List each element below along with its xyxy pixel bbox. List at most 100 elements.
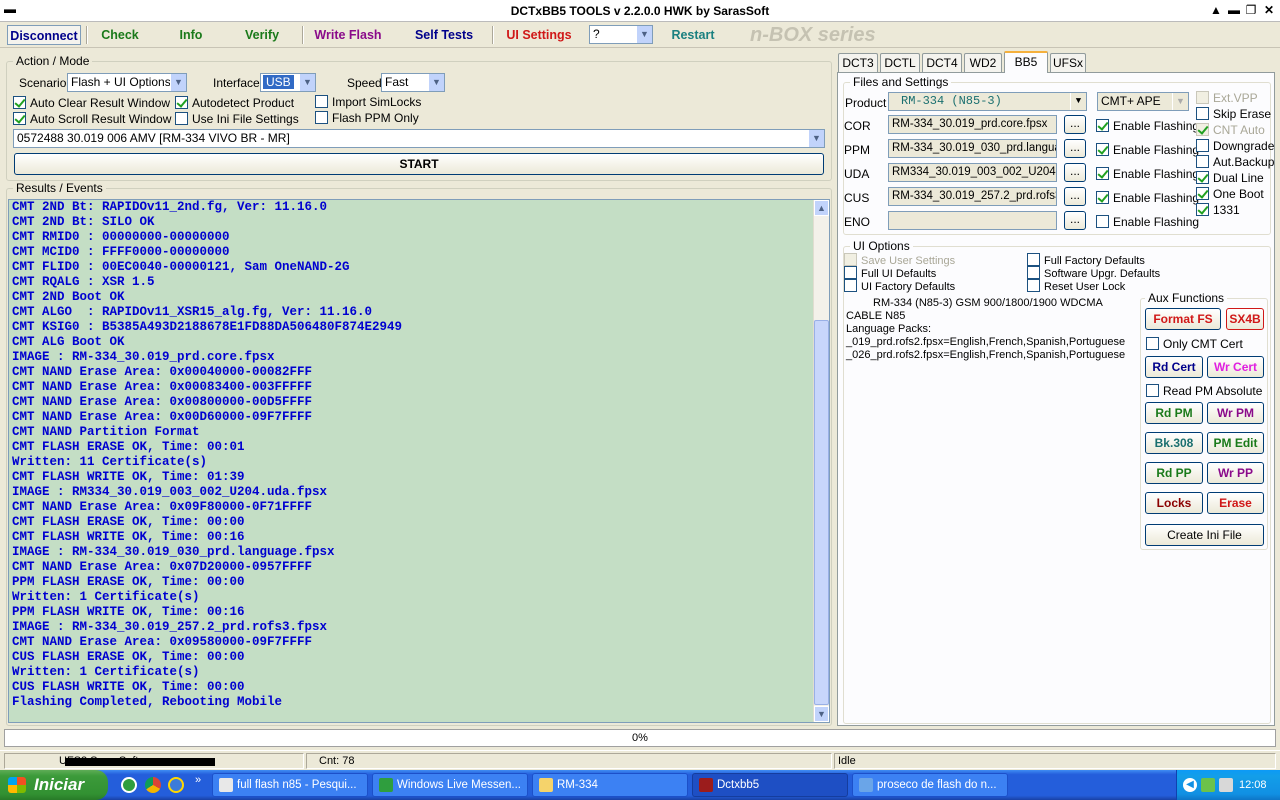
locks-button[interactable]: Locks [1145,492,1203,514]
import-simlocks-checkbox[interactable]: Import SimLocks [315,95,421,109]
skip-erase-checkbox[interactable]: Skip Erase [1196,107,1271,121]
save-user-checkbox[interactable]: Save User Settings [844,253,955,267]
cnt-auto-checkbox[interactable]: CNT Auto [1196,123,1265,137]
help-select[interactable]: ? ▼ [589,25,653,44]
app-icon [219,778,233,792]
tab-bb5[interactable]: BB5 [1004,51,1048,73]
rd-pm-button[interactable]: Rd PM [1145,402,1203,424]
wr-pp-button[interactable]: Wr PP [1207,462,1264,484]
erase-button[interactable]: Erase [1207,492,1264,514]
maximize-icon[interactable]: ❐ [1243,3,1259,18]
product-select[interactable]: RM-334 (N85-3) ▼ [888,92,1087,111]
wr-cert-button[interactable]: Wr Cert [1207,356,1264,378]
aut-backup-checkbox[interactable]: Aut.Backup [1196,155,1274,169]
network-icon[interactable] [1201,778,1215,792]
messenger-quicklaunch-icon[interactable] [121,777,137,793]
log-line: CMT RMID0 : 00000000-00000000 [12,230,230,244]
create-ini-button[interactable]: Create Ini File [1145,524,1264,546]
restart-button[interactable]: Restart [666,25,720,45]
only-cmt-cert-checkbox[interactable]: Only CMT Cert [1146,337,1243,351]
ui-settings-button[interactable]: UI Settings [502,25,576,45]
full-factory-checkbox[interactable]: Full Factory Defaults [1027,253,1145,267]
ppm-file-field[interactable]: RM-334_30.019_030_prd.languag [888,139,1057,158]
chrome-quicklaunch-icon[interactable] [145,777,161,793]
full-ui-checkbox[interactable]: Full UI Defaults [844,266,936,280]
autodetect-checkbox[interactable]: Autodetect Product [175,96,294,110]
ppm-enable-flashing-checkbox[interactable]: Enable Flashing [1096,143,1199,157]
taskbar-item[interactable]: full flash n85 - Pesqui... [212,773,368,797]
n1331-checkbox[interactable]: 1331 [1196,203,1240,217]
results-log[interactable]: CMT 2ND Bt: RAPIDOv11_2nd.fg, Ver: 11.16… [8,199,830,723]
cus-file-field[interactable]: RM-334_30.019_257.2_prd.rofs3.f [888,187,1057,206]
start-button[interactable]: START [14,153,824,175]
clock[interactable]: 12:08 [1239,770,1267,800]
scroll-up-icon[interactable]: ▲ [1208,3,1224,18]
bk308-button[interactable]: Bk.308 [1145,432,1203,454]
log-line: CMT RQALG : XSR 1.5 [12,275,155,289]
software-upgr-checkbox[interactable]: Software Upgr. Defaults [1027,266,1160,280]
use-ini-checkbox[interactable]: Use Ini File Settings [175,112,299,126]
cus-browse-button[interactable]: ... [1064,187,1086,206]
self-tests-button[interactable]: Self Tests [408,25,480,45]
scroll-up-icon[interactable]: ▲ [814,200,829,216]
one-boot-checkbox[interactable]: One Boot [1196,187,1264,201]
rd-cert-button[interactable]: Rd Cert [1145,356,1203,378]
tab-ufsx[interactable]: UFSx [1050,53,1086,72]
volume-icon[interactable] [1219,778,1233,792]
cus-enable-flashing-checkbox[interactable]: Enable Flashing [1096,191,1199,205]
taskbar-item[interactable]: Windows Live Messen... [372,773,528,797]
wr-pm-button[interactable]: Wr PM [1207,402,1264,424]
uda-file-field[interactable]: RM334_30.019_003_002_U204.u [888,163,1057,182]
ppm-browse-button[interactable]: ... [1064,139,1086,158]
uda-enable-flashing-checkbox[interactable]: Enable Flashing [1096,167,1199,181]
write-flash-button[interactable]: Write Flash [310,25,386,45]
ui-factory-checkbox[interactable]: UI Factory Defaults [844,279,955,293]
reset-user-lock-checkbox[interactable]: Reset User Lock [1027,279,1125,293]
scroll-down-icon[interactable]: ▼ [814,706,829,722]
tab-dct4[interactable]: DCT4 [922,53,962,72]
tab-dctl[interactable]: DCTL [880,53,920,72]
taskbar-item[interactable]: Dctxbb5 [692,773,848,797]
check-button[interactable]: Check [92,25,148,45]
disconnect-button[interactable]: Disconnect [7,25,81,45]
dual-line-checkbox[interactable]: Dual Line [1196,171,1264,185]
uda-browse-button[interactable]: ... [1064,163,1086,182]
downgrade-checkbox[interactable]: Downgrade [1196,139,1274,153]
start-menu-button[interactable]: Iniciar [0,770,108,800]
close-icon[interactable]: ✕ [1261,3,1277,18]
sx4b-button[interactable]: SX4B [1226,308,1264,330]
speed-select[interactable]: Fast ▼ [381,73,445,92]
cor-browse-button[interactable]: ... [1064,115,1086,134]
cor-enable-flashing-checkbox[interactable]: Enable Flashing [1096,119,1199,133]
auto-clear-checkbox[interactable]: Auto Clear Result Window [13,96,170,110]
pm-edit-button[interactable]: PM Edit [1207,432,1264,454]
ext-vpp-checkbox[interactable]: Ext.VPP [1196,91,1258,105]
chevron-right-icon[interactable]: » [195,774,201,786]
eno-browse-button[interactable]: ... [1064,211,1086,230]
info-button[interactable]: Info [166,25,216,45]
taskbar-item[interactable]: proseco de flash do n... [852,773,1008,797]
scroll-thumb[interactable] [814,320,829,705]
flash-ppm-checkbox[interactable]: Flash PPM Only [315,111,419,125]
format-fs-button[interactable]: Format FS [1145,308,1221,330]
minimize-icon[interactable]: ▬ [1226,3,1242,18]
ie-quicklaunch-icon[interactable] [168,777,184,793]
eno-file-field[interactable] [888,211,1057,230]
read-pm-absolute-checkbox[interactable]: Read PM Absolute [1146,384,1262,398]
auto-scroll-checkbox[interactable]: Auto Scroll Result Window [13,112,171,126]
verify-button[interactable]: Verify [234,25,290,45]
speed-label: Speed [347,76,382,90]
chevron-left-icon[interactable]: ◀ [1183,778,1197,792]
cor-file-field[interactable]: RM-334_30.019_prd.core.fpsx [888,115,1057,134]
tab-wd2[interactable]: WD2 [964,53,1002,72]
firmware-select[interactable]: 0572488 30.019 006 AMV [RM-334 VIVO BR -… [13,129,825,148]
scenario-select[interactable]: Flash + UI Options ▼ [67,73,187,92]
interface-select[interactable]: USB ▼ [260,73,316,92]
cmt-select[interactable]: CMT+ APE ▼ [1097,92,1189,111]
taskbar-item[interactable]: RM-334 [532,773,688,797]
log-scrollbar[interactable]: ▲ ▼ [813,200,829,722]
eno-enable-flashing-checkbox[interactable]: Enable Flashing [1096,215,1199,229]
tab-dct3[interactable]: DCT3 [838,53,878,72]
log-line: CMT FLASH ERASE OK, Time: 00:00 [12,515,245,529]
rd-pp-button[interactable]: Rd PP [1145,462,1203,484]
